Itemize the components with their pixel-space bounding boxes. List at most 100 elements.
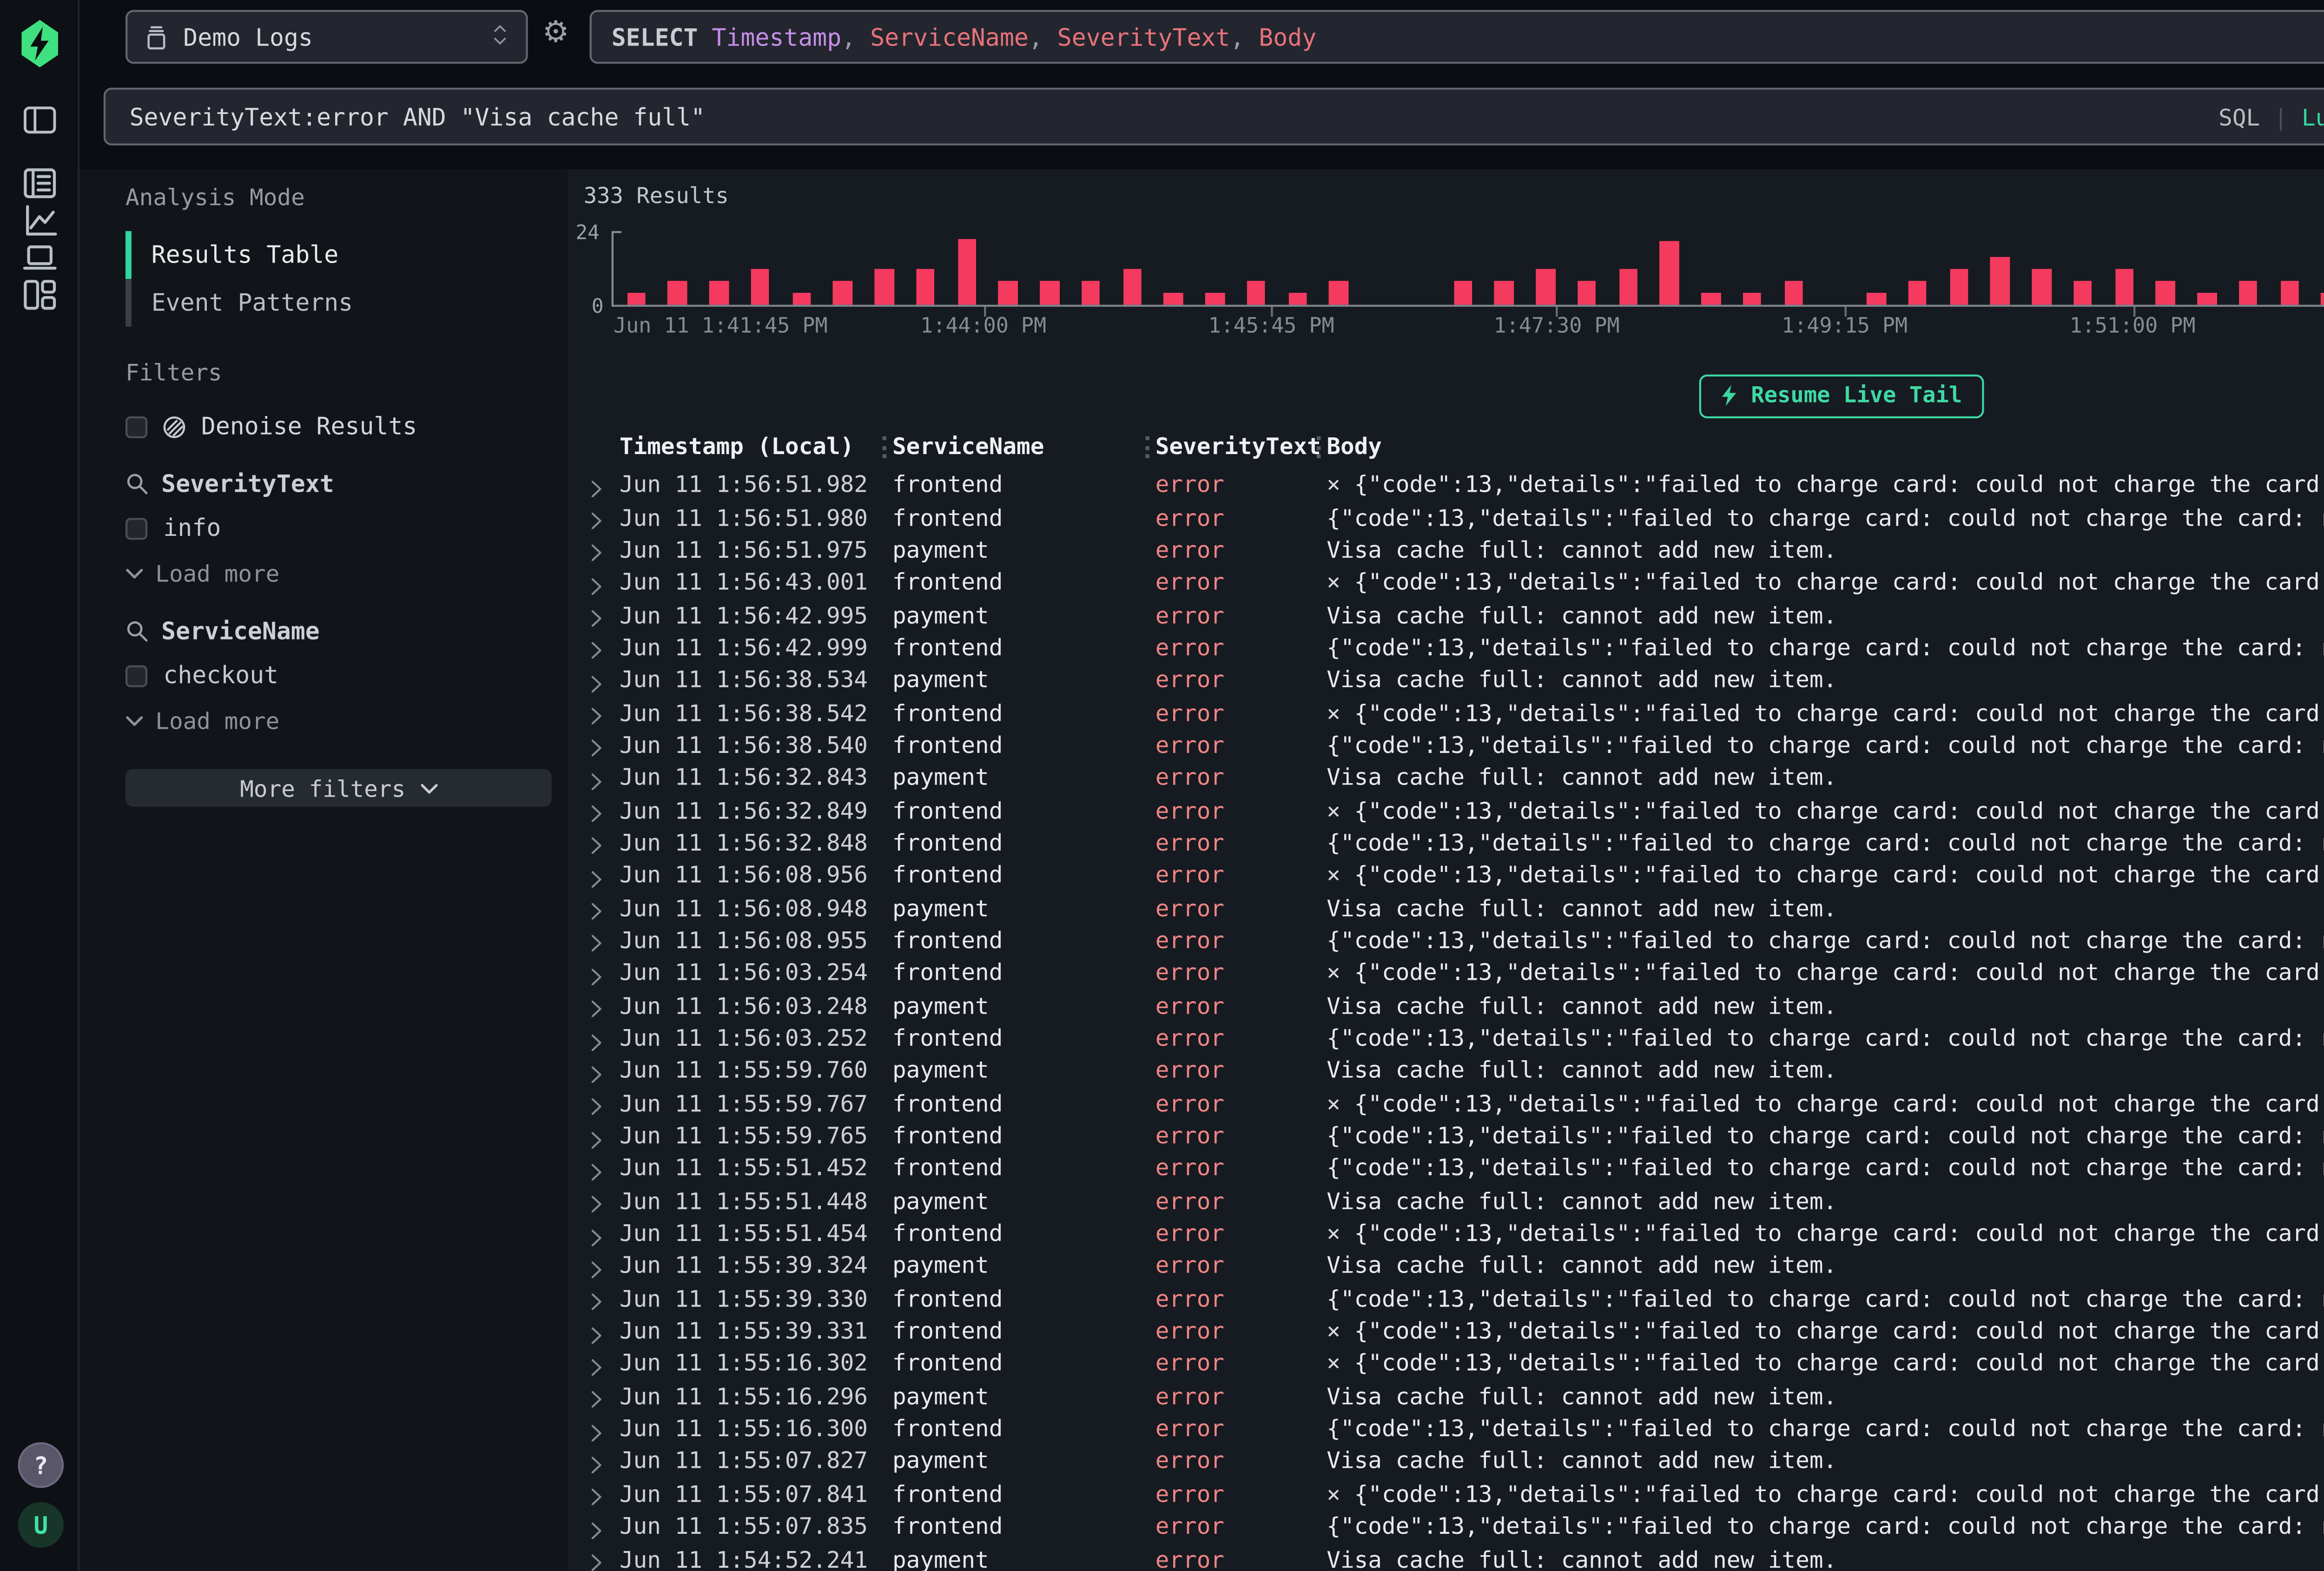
histogram-bar[interactable] xyxy=(2186,233,2228,304)
expand-chevron-icon[interactable] xyxy=(590,1452,604,1470)
table-row[interactable]: Jun 11 1:56:32.849 PM frontend error × {… xyxy=(584,794,2324,826)
table-row[interactable]: Jun 11 1:55:07.841 PM frontend error × {… xyxy=(584,1478,2324,1510)
expand-chevron-icon[interactable] xyxy=(590,573,604,591)
expand-chevron-icon[interactable] xyxy=(590,801,604,819)
expand-chevron-icon[interactable] xyxy=(590,1550,604,1568)
histogram-bar[interactable] xyxy=(1814,233,1855,304)
toggle-lucene[interactable]: Lucene xyxy=(2302,103,2324,131)
expand-chevron-icon[interactable] xyxy=(590,736,604,754)
histogram-bar[interactable] xyxy=(1484,233,1525,304)
histogram-bar[interactable] xyxy=(1980,233,2021,304)
expand-chevron-icon[interactable] xyxy=(590,931,604,950)
expand-chevron-icon[interactable] xyxy=(590,703,604,721)
expand-chevron-icon[interactable] xyxy=(590,1159,604,1177)
help-button[interactable]: ? xyxy=(18,1442,64,1488)
gear-icon[interactable]: ⚙ xyxy=(538,14,574,50)
table-row[interactable]: Jun 11 1:56:32.848 PM frontend error {"c… xyxy=(584,826,2324,859)
load-more-service[interactable]: Load more xyxy=(125,707,552,735)
expand-chevron-icon[interactable] xyxy=(590,1094,604,1112)
histogram-bar[interactable] xyxy=(2062,233,2104,304)
expand-chevron-icon[interactable] xyxy=(590,1354,604,1373)
facet-checkbox[interactable] xyxy=(125,664,147,686)
table-row[interactable]: Jun 11 1:55:51.454 PM frontend error × {… xyxy=(584,1217,2324,1249)
expand-chevron-icon[interactable] xyxy=(590,1127,604,1145)
expand-chevron-icon[interactable] xyxy=(590,1062,604,1080)
expand-chevron-icon[interactable] xyxy=(590,833,604,852)
histogram-bar[interactable] xyxy=(2310,233,2324,304)
histogram-bar[interactable] xyxy=(1897,233,1938,304)
histogram-bar[interactable] xyxy=(2145,233,2186,304)
histogram-bar[interactable] xyxy=(2228,233,2269,304)
histogram-bar[interactable] xyxy=(864,233,905,304)
histogram-bar[interactable] xyxy=(1608,233,1649,304)
table-row[interactable]: Jun 11 1:56:03.248 PM payment error Visa… xyxy=(584,989,2324,1022)
expand-chevron-icon[interactable] xyxy=(590,606,604,624)
table-row[interactable]: Jun 11 1:56:51.975 PM payment error Visa… xyxy=(584,533,2324,566)
denoise-checkbox[interactable] xyxy=(125,416,147,437)
expand-chevron-icon[interactable] xyxy=(590,1029,604,1047)
histogram-bar[interactable] xyxy=(1111,233,1153,304)
histogram-bar[interactable] xyxy=(615,233,657,304)
table-row[interactable]: Jun 11 1:56:38.542 PM frontend error × {… xyxy=(584,696,2324,728)
column-resize-handle[interactable] xyxy=(1145,435,1149,457)
expand-chevron-icon[interactable] xyxy=(590,638,604,656)
expand-chevron-icon[interactable] xyxy=(590,671,604,689)
column-resize-handle[interactable] xyxy=(1317,435,1321,457)
facet-checkbox[interactable] xyxy=(125,517,147,539)
mode-results-table[interactable]: Results Table xyxy=(125,231,552,279)
table-row[interactable]: Jun 11 1:55:39.330 PM frontend error {"c… xyxy=(584,1282,2324,1314)
histogram-bar[interactable] xyxy=(1401,233,1442,304)
col-timestamp[interactable]: Timestamp (Local) xyxy=(620,432,877,460)
table-row[interactable]: Jun 11 1:56:03.252 PM frontend error {"c… xyxy=(584,1022,2324,1054)
histogram-bar[interactable] xyxy=(2104,233,2145,304)
histogram-bar[interactable] xyxy=(1277,233,1318,304)
log-search-icon[interactable] xyxy=(22,165,58,201)
table-row[interactable]: Jun 11 1:55:59.767 PM frontend error × {… xyxy=(584,1087,2324,1119)
histogram-bar[interactable] xyxy=(1731,233,1773,304)
resume-live-tail-button[interactable]: Resume Live Tail xyxy=(1699,375,1984,418)
histogram-bar[interactable] xyxy=(2269,233,2310,304)
user-avatar[interactable]: U xyxy=(18,1502,64,1548)
histogram-bar[interactable] xyxy=(988,233,1029,304)
expand-chevron-icon[interactable] xyxy=(590,898,604,917)
table-row[interactable]: Jun 11 1:55:16.302 PM frontend error × {… xyxy=(584,1347,2324,1380)
expand-chevron-icon[interactable] xyxy=(590,997,604,1015)
expand-chevron-icon[interactable] xyxy=(590,1485,604,1503)
expand-chevron-icon[interactable] xyxy=(590,1257,604,1275)
histogram-bar[interactable] xyxy=(781,233,822,304)
histogram-bar[interactable] xyxy=(1360,233,1401,304)
expand-chevron-icon[interactable] xyxy=(590,508,604,526)
histogram-bar[interactable] xyxy=(1690,233,1731,304)
col-servicename[interactable]: ServiceName xyxy=(892,432,1139,460)
table-row[interactable]: Jun 11 1:56:38.534 PM payment error Visa… xyxy=(584,663,2324,696)
select-query-box[interactable]: SELECT Timestamp, ServiceName, SeverityT… xyxy=(590,10,2324,64)
table-row[interactable]: Jun 11 1:55:59.760 PM payment error Visa… xyxy=(584,1054,2324,1087)
search-input[interactable] xyxy=(125,100,2203,132)
table-row[interactable]: Jun 11 1:55:51.452 PM frontend error {"c… xyxy=(584,1152,2324,1184)
panel-left-icon[interactable] xyxy=(22,102,58,138)
histogram-bar[interactable] xyxy=(2021,233,2062,304)
table-row[interactable]: Jun 11 1:56:08.956 PM frontend error × {… xyxy=(584,859,2324,891)
expand-chevron-icon[interactable] xyxy=(590,964,604,982)
histogram-bar[interactable] xyxy=(739,233,781,304)
col-severitytext[interactable]: SeverityText xyxy=(1155,432,1311,460)
app-logo-icon[interactable] xyxy=(18,20,62,68)
table-row[interactable]: Jun 11 1:56:08.948 PM payment error Visa… xyxy=(584,891,2324,924)
histogram-bar[interactable] xyxy=(905,233,946,304)
histogram-bar[interactable] xyxy=(1235,233,1277,304)
histogram-bar[interactable] xyxy=(698,233,739,304)
table-row[interactable]: Jun 11 1:55:39.324 PM payment error Visa… xyxy=(584,1249,2324,1282)
table-row[interactable]: Jun 11 1:56:08.955 PM frontend error {"c… xyxy=(584,924,2324,957)
more-filters-button[interactable]: More filters xyxy=(125,769,552,806)
expand-chevron-icon[interactable] xyxy=(590,1322,604,1340)
table-row[interactable]: Jun 11 1:55:51.448 PM payment error Visa… xyxy=(584,1184,2324,1217)
histogram-bar[interactable] xyxy=(1029,233,1070,304)
histogram-bar[interactable] xyxy=(1153,233,1194,304)
histogram-bar[interactable] xyxy=(1649,233,1690,304)
table-row[interactable]: Jun 11 1:56:38.540 PM frontend error {"c… xyxy=(584,729,2324,761)
histogram-bar[interactable] xyxy=(1566,233,1608,304)
column-resize-handle[interactable] xyxy=(883,435,887,457)
toggle-sql[interactable]: SQL xyxy=(2218,103,2260,131)
expand-chevron-icon[interactable] xyxy=(590,1192,604,1210)
table-row[interactable]: Jun 11 1:56:51.980 PM frontend error {"c… xyxy=(584,501,2324,533)
